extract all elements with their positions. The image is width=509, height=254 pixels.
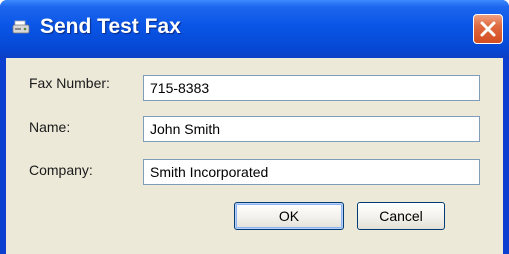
title-bar[interactable]: Send Test Fax [0, 0, 509, 58]
fax-icon [12, 20, 30, 36]
fax-number-field[interactable]: 715-8383 [143, 75, 480, 101]
company-field[interactable]: Smith Incorporated [143, 159, 480, 185]
close-button[interactable] [473, 14, 503, 44]
close-icon [480, 21, 496, 37]
company-label: Company: [29, 162, 93, 178]
dialog-title: Send Test Fax [40, 15, 181, 38]
fax-number-label: Fax Number: [29, 75, 110, 91]
ok-button[interactable]: OK [234, 202, 344, 230]
name-label: Name: [29, 119, 71, 135]
send-test-fax-dialog: Send Test Fax Fax Number: 715-8383 Name:… [0, 0, 509, 254]
dialog-body: Fax Number: 715-8383 Name: John Smith Co… [6, 58, 503, 254]
name-field[interactable]: John Smith [143, 116, 480, 142]
cancel-button[interactable]: Cancel [357, 202, 445, 230]
